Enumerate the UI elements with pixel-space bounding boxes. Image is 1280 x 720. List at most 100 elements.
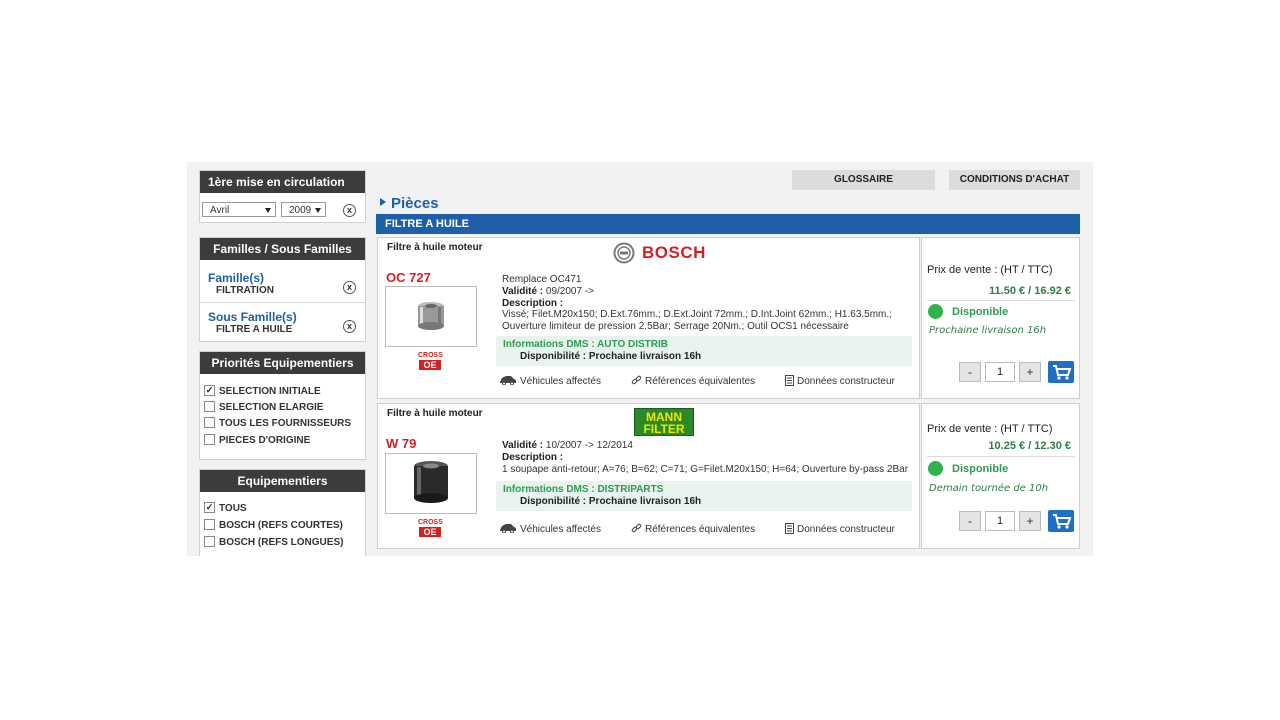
donnees-link-label: Données constructeur <box>797 524 895 536</box>
priorite-item[interactable]: TOUS LES FOURNISSEURS <box>204 416 352 431</box>
famille-value: FILTRATION <box>216 285 274 296</box>
chevron-down-icon <box>265 208 271 213</box>
description-label: Description : <box>502 452 563 463</box>
clear-famille-button[interactable]: x <box>343 281 356 294</box>
checkbox-checked-icon[interactable]: ✓ <box>204 384 215 396</box>
references-link-label: Références équivalentes <box>645 524 756 536</box>
oil-filter-icon <box>414 461 448 503</box>
year-value: 2009 <box>289 205 312 216</box>
equipementier-item[interactable]: BOSCH (REFS COURTES) <box>204 518 343 533</box>
vehicules-link[interactable]: Véhicules affectés <box>499 524 601 535</box>
priorite-label: TOUS LES FOURNISSEURS <box>219 418 352 429</box>
price-label: Prix de vente : (HT / TTC) <box>927 264 1053 276</box>
triangle-right-icon <box>380 198 386 207</box>
quantity-minus-button[interactable]: - <box>959 511 981 531</box>
priorite-item[interactable]: PIECES D'ORIGINE <box>204 433 311 448</box>
oe-label: OE <box>419 360 441 370</box>
oil-filter-icon <box>418 302 444 330</box>
product-image[interactable] <box>385 286 477 347</box>
sous-famille-row: Sous Famille(s) FILTRE A HUILE x <box>200 303 365 341</box>
validite-label: Validité : <box>502 440 544 451</box>
dms-info: Informations DMS : AUTO DISTRIB Disponib… <box>496 336 912 366</box>
equipementier-item[interactable]: ✓ TOUS <box>204 501 247 516</box>
year-select[interactable]: 2009 <box>281 202 326 217</box>
checkbox-icon[interactable] <box>204 518 215 530</box>
cross-oe-badge[interactable]: CROSS OE <box>418 519 443 537</box>
car-icon <box>500 524 516 534</box>
dms-availability: Disponibilité : Prochaine livraison 16h <box>520 496 702 507</box>
mann-filter-logo: MANN FILTER <box>634 408 694 436</box>
product-image[interactable] <box>385 453 477 514</box>
quantity-input[interactable]: 1 <box>985 511 1015 531</box>
donnees-link[interactable]: Données constructeur <box>785 375 895 388</box>
vehicules-link-label: Véhicules affectés <box>520 524 601 535</box>
available-dot-icon <box>928 461 943 476</box>
availability-status: Disponible <box>952 306 1009 318</box>
checkbox-checked-icon[interactable]: ✓ <box>204 501 215 513</box>
app-window: 1ère mise en circulation Avril 2009 x Fa… <box>187 162 1093 556</box>
clear-sous-famille-button[interactable]: x <box>343 320 356 333</box>
availability-status: Disponible <box>952 463 1009 475</box>
vehicules-link[interactable]: Véhicules affectés <box>499 376 601 387</box>
references-link[interactable]: Références équivalentes <box>631 375 756 388</box>
description-text: Vissé; Filet.M20x150; D.Ext.76mm.; D.Ext… <box>502 309 892 332</box>
dms-title: Informations DMS : AUTO DISTRIB <box>503 339 668 350</box>
oe-label: OE <box>419 527 441 537</box>
circulation-panel: 1ère mise en circulation Avril 2009 x <box>199 170 366 223</box>
add-to-cart-button[interactable] <box>1048 510 1074 532</box>
checkbox-icon[interactable] <box>204 400 215 412</box>
car-icon <box>500 376 516 386</box>
price-value: 11.50 € / 16.92 € <box>989 285 1071 297</box>
product-type: Filtre à huile moteur <box>387 408 483 419</box>
clear-date-button[interactable]: x <box>343 204 356 217</box>
equipementier-label: BOSCH (REFS LONGUES) <box>219 537 344 548</box>
sous-famille-value: FILTRE A HUILE <box>216 324 293 335</box>
product-ref[interactable]: OC 727 <box>386 270 431 285</box>
available-dot-icon <box>928 304 943 319</box>
references-link[interactable]: Références équivalentes <box>631 523 756 536</box>
add-to-cart-button[interactable] <box>1048 361 1074 383</box>
checkbox-icon[interactable] <box>204 416 215 428</box>
quantity-minus-button[interactable]: - <box>959 362 981 382</box>
sous-famille-label: Sous Famille(s) <box>208 310 297 324</box>
glossaire-button[interactable]: GLOSSAIRE <box>792 170 935 190</box>
quantity-plus-button[interactable]: + <box>1019 362 1041 382</box>
description-label-text: Description : <box>502 452 564 463</box>
month-select[interactable]: Avril <box>202 202 276 217</box>
quantity-plus-button[interactable]: + <box>1019 511 1041 531</box>
validite-value: 09/2007 -> <box>545 286 595 297</box>
references-link-label: Références équivalentes <box>645 376 756 388</box>
price-card: Prix de vente : (HT / TTC) 11.50 € / 16.… <box>921 237 1080 399</box>
product-ref[interactable]: W 79 <box>386 436 416 451</box>
cross-oe-badge[interactable]: CROSS OE <box>418 352 443 370</box>
priorites-title: Priorités Equipementiers <box>200 352 365 374</box>
checkbox-icon[interactable] <box>204 433 215 445</box>
link-icon <box>631 375 642 385</box>
conditions-achat-button[interactable]: CONDITIONS D'ACHAT <box>949 170 1080 190</box>
checkbox-icon[interactable] <box>204 535 215 547</box>
quantity-input[interactable]: 1 <box>985 362 1015 382</box>
equipementier-item[interactable]: BOSCH (REFS LONGUES) <box>204 535 344 550</box>
bosch-logo-icon <box>613 242 635 264</box>
priorites-panel: Priorités Equipementiers ✓ SELECTION INIT… <box>199 351 366 460</box>
circulation-title: 1ère mise en circulation <box>200 171 365 193</box>
priorite-label: SELECTION INITIALE <box>219 386 321 397</box>
priorite-item[interactable]: SELECTION ELARGIE <box>204 400 323 415</box>
price-label: Prix de vente : (HT / TTC) <box>927 423 1053 435</box>
price-card: Prix de vente : (HT / TTC) 10.25 € / 12.… <box>921 403 1080 549</box>
chevron-down-icon <box>315 208 321 213</box>
replace-info: Remplace OC471 <box>502 274 582 285</box>
donnees-link[interactable]: Données constructeur <box>785 523 895 536</box>
page-title-text: Pièces <box>391 195 439 212</box>
priorite-label: PIECES D'ORIGINE <box>219 435 311 446</box>
donnees-link-label: Données constructeur <box>797 376 895 388</box>
dms-info: Informations DMS : DISTRIPARTS Disponibi… <box>496 481 912 511</box>
brand-name: BOSCH <box>642 243 706 262</box>
document-icon <box>785 375 794 386</box>
product-card: Filtre à huile moteur MANN FILTER W 79 C… <box>377 403 920 549</box>
equipementiers-panel: Equipementiers ✓ TOUS BOSCH (REFS COURTES… <box>199 469 366 556</box>
priorite-item[interactable]: ✓ SELECTION INITIALE <box>204 384 321 399</box>
validite-line: Validité : 10/2007 -> 12/2014 <box>502 440 633 451</box>
description-text: 1 soupape anti-retour; A=76; B=62; C=71;… <box>502 464 909 475</box>
delivery-info: Demain tournée de 10h <box>929 483 1049 494</box>
